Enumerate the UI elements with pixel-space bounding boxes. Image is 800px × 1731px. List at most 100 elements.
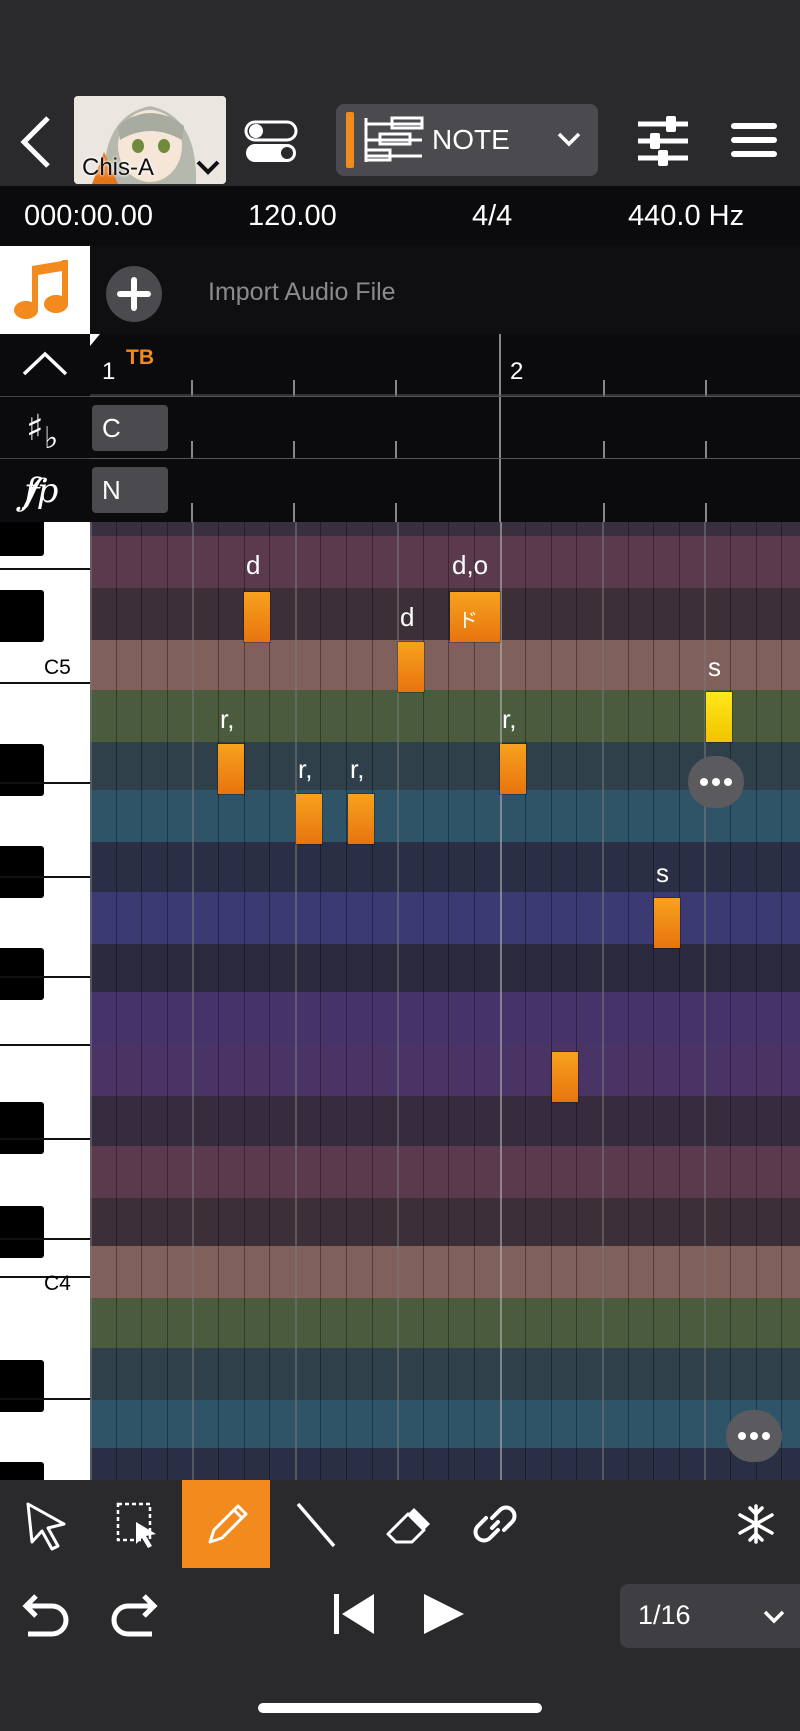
tuning-frequency[interactable]: 440.0 Hz xyxy=(628,200,744,233)
note-track-button[interactable] xyxy=(0,246,90,334)
piano-roll-icon xyxy=(364,116,424,162)
pitch-lane xyxy=(90,1044,800,1096)
import-audio-label[interactable]: Import Audio File xyxy=(208,278,396,307)
sliders-icon xyxy=(638,116,688,166)
pointer-tool-button[interactable] xyxy=(2,1480,90,1568)
roll-options-button[interactable] xyxy=(726,1410,782,1462)
param-row-c[interactable]: C xyxy=(90,396,800,459)
black-key[interactable] xyxy=(0,1206,44,1258)
timeline-ruler[interactable]: 1 TB 2 xyxy=(90,334,800,396)
grid-line xyxy=(269,522,270,1480)
note[interactable] xyxy=(654,898,680,948)
pencil-tool-button[interactable] xyxy=(182,1480,270,1568)
mode-label: NOTE xyxy=(432,124,510,155)
link-tool-button[interactable] xyxy=(452,1480,540,1568)
note-lyric: s xyxy=(656,858,669,888)
black-key[interactable] xyxy=(0,1360,44,1412)
pencil-icon xyxy=(208,1504,248,1544)
playhead-time[interactable]: 000:00.00 xyxy=(24,200,153,233)
pitch-lane xyxy=(90,588,800,640)
black-key[interactable] xyxy=(0,744,44,796)
black-key[interactable] xyxy=(0,948,44,1000)
mode-accent-bar xyxy=(346,112,354,168)
plus-icon xyxy=(117,277,151,311)
note[interactable] xyxy=(500,744,526,794)
voice-avatar-selector[interactable]: Chis-A xyxy=(74,96,226,184)
time-signature[interactable]: 4/4 xyxy=(472,200,512,233)
param-chip-n[interactable]: N xyxy=(92,467,168,513)
freeze-button[interactable] xyxy=(712,1480,800,1568)
key-divider xyxy=(0,876,90,878)
add-track-button[interactable] xyxy=(106,266,162,322)
collapse-params-button[interactable] xyxy=(0,334,90,397)
grid-line xyxy=(448,522,449,1480)
pitch-lane xyxy=(90,892,800,944)
undo-button[interactable] xyxy=(16,1592,72,1640)
grid-line xyxy=(756,522,757,1480)
edit-mode-select[interactable]: NOTE xyxy=(336,104,598,176)
key-divider xyxy=(0,1238,90,1240)
black-key[interactable] xyxy=(0,1462,44,1480)
piano-keyboard[interactable]: C5 C4 xyxy=(0,522,90,1480)
note[interactable]: ド xyxy=(450,592,500,642)
chevron-down-icon xyxy=(557,132,581,147)
note[interactable] xyxy=(296,794,322,844)
svg-text:♭: ♭ xyxy=(44,421,58,456)
note-selected[interactable] xyxy=(706,692,732,742)
select-range-tool-button[interactable] xyxy=(92,1480,180,1568)
eraser-icon xyxy=(386,1508,430,1544)
note-options-button[interactable] xyxy=(688,756,744,808)
redo-button[interactable] xyxy=(108,1592,164,1640)
key-signature-button[interactable]: ♯ ♭ xyxy=(0,396,90,459)
svg-text:fp: fp xyxy=(21,471,58,511)
skip-back-icon xyxy=(334,1594,374,1634)
line-tool-button[interactable] xyxy=(272,1480,360,1568)
pitch-lane xyxy=(90,1448,800,1480)
main-menu-button[interactable] xyxy=(730,120,778,160)
track-toggle-button[interactable] xyxy=(244,120,300,164)
hamburger-menu-icon xyxy=(731,123,777,157)
key-divider xyxy=(0,568,90,570)
rewind-button[interactable] xyxy=(330,1590,378,1638)
black-key[interactable] xyxy=(0,1102,44,1154)
note-lyric: d,o xyxy=(452,550,489,580)
more-dots-icon xyxy=(738,1432,770,1440)
grid-line xyxy=(474,522,475,1480)
black-key[interactable] xyxy=(0,846,44,898)
key-label-c4: C4 xyxy=(44,1272,71,1295)
note[interactable] xyxy=(218,744,244,794)
toggle-switches-icon xyxy=(244,120,298,162)
note-lyric: d xyxy=(400,602,415,632)
dynamics-button[interactable]: 𝆑 fp xyxy=(0,458,90,522)
piano-roll-grid[interactable]: d d ド d,o s r, r, r, r, s xyxy=(90,522,800,1480)
note[interactable] xyxy=(552,1052,578,1102)
grid-line xyxy=(576,522,577,1480)
black-key[interactable] xyxy=(0,522,44,556)
eraser-tool-button[interactable] xyxy=(362,1480,450,1568)
bar-number-1: 1 xyxy=(102,358,116,385)
grid-line xyxy=(781,522,782,1480)
tempo-marker[interactable]: TB xyxy=(126,346,154,370)
grid-line xyxy=(218,522,219,1480)
tempo-value[interactable]: 120.00 xyxy=(248,200,337,233)
mixer-settings-button[interactable] xyxy=(636,116,690,166)
back-button[interactable] xyxy=(14,112,60,172)
param-row-ticks xyxy=(191,397,707,459)
grid-line xyxy=(602,522,604,1480)
audio-import-row xyxy=(90,246,800,334)
grid-line xyxy=(167,522,168,1480)
grid-line xyxy=(244,522,245,1480)
note[interactable] xyxy=(348,794,374,844)
note-lyric: r, xyxy=(502,704,517,734)
param-chip-c[interactable]: C xyxy=(92,405,168,451)
grid-line xyxy=(372,522,373,1480)
pitch-lane xyxy=(90,1400,800,1448)
param-row-n[interactable]: N xyxy=(90,458,800,523)
black-key[interactable] xyxy=(0,590,44,642)
chevron-down-icon xyxy=(763,1610,785,1624)
play-button[interactable] xyxy=(420,1590,468,1638)
note[interactable] xyxy=(244,592,270,642)
note[interactable] xyxy=(398,642,424,692)
grid-line xyxy=(141,522,142,1480)
quantize-select[interactable]: 1/16 xyxy=(620,1584,800,1648)
